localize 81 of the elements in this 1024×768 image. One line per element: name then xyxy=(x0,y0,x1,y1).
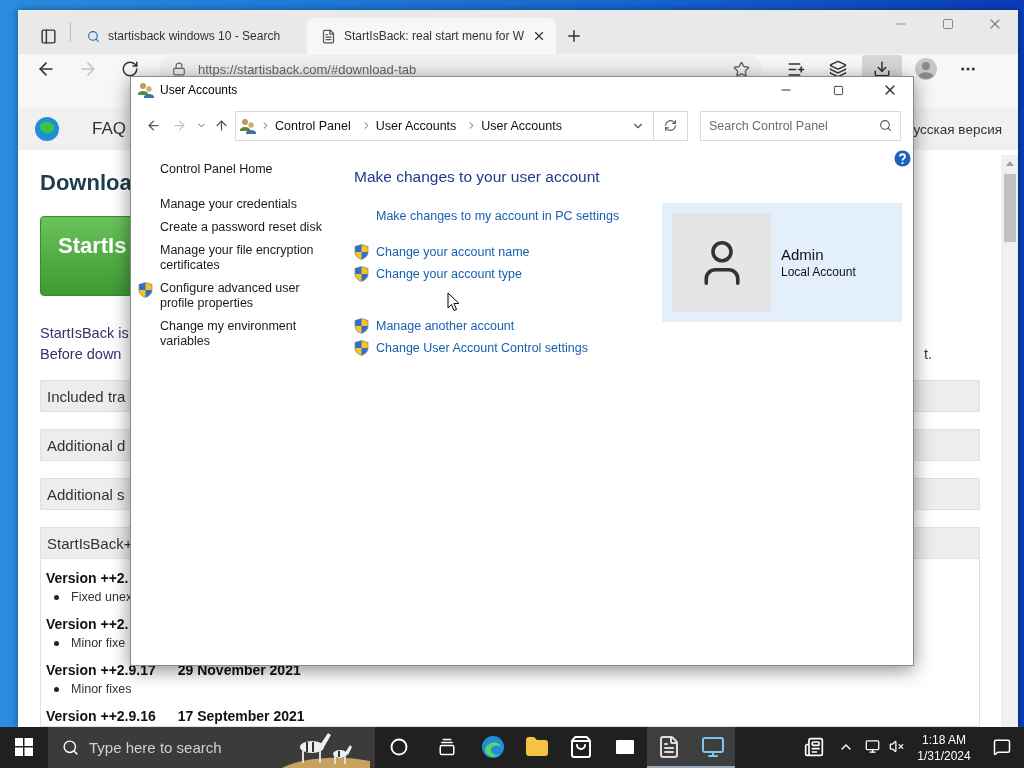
refresh-button[interactable] xyxy=(654,110,688,141)
section-heading: Make changes to your user account xyxy=(354,167,601,187)
task-link[interactable]: Change your account type xyxy=(376,267,522,281)
search-field[interactable]: Search Control Panel xyxy=(700,110,901,141)
search-icon xyxy=(879,119,892,132)
store-icon xyxy=(569,734,593,759)
faq-link[interactable]: FAQ xyxy=(92,119,126,139)
document-icon xyxy=(657,734,681,759)
start-icon[interactable] xyxy=(15,737,33,756)
browser-tab[interactable]: StartIsBack: real start menu for W xyxy=(307,18,557,54)
cortana-icon[interactable] xyxy=(390,737,408,756)
globe-logo-icon xyxy=(34,116,60,142)
version-title: Version ++2. xyxy=(46,569,129,588)
shield-icon xyxy=(354,266,369,282)
shield-icon xyxy=(138,282,153,298)
bullet-icon xyxy=(54,594,59,600)
account-type: Local Account xyxy=(781,265,856,279)
search-icon xyxy=(87,29,100,43)
lock-icon xyxy=(172,62,186,76)
version-title: Version ++2. xyxy=(46,615,129,634)
task-view-icon[interactable] xyxy=(438,737,456,756)
page-heading: Downloa xyxy=(40,169,132,197)
intro-text: t. xyxy=(923,345,932,364)
notifications-icon[interactable] xyxy=(993,737,1011,756)
breadcrumb-item[interactable]: User Accounts xyxy=(375,118,457,133)
task-link[interactable]: Make changes to my account in PC settings xyxy=(376,209,620,223)
cursor-icon xyxy=(447,292,460,312)
clock[interactable]: 1:18 AM 1/31/2024 xyxy=(908,731,980,764)
bullet-icon xyxy=(54,686,59,692)
back-icon[interactable] xyxy=(145,118,161,133)
intro-text: Before down xyxy=(40,345,122,364)
bullet-icon xyxy=(54,640,59,646)
shield-icon xyxy=(354,318,369,334)
favorite-icon[interactable] xyxy=(733,60,750,78)
page-icon xyxy=(321,28,336,44)
version-date: 17 September 2021 xyxy=(177,707,305,726)
folder-icon xyxy=(525,734,549,759)
task-link[interactable]: Change User Account Control settings xyxy=(376,341,588,355)
sidebar-link[interactable]: Configure advanced user profile properties xyxy=(160,281,325,311)
monitor-icon xyxy=(701,734,725,759)
tab-actions-icon[interactable] xyxy=(39,27,57,45)
volume-muted-icon[interactable] xyxy=(888,739,904,754)
breadcrumb-item[interactable]: User Accounts xyxy=(481,118,562,133)
changelog-note: Minor fixe xyxy=(71,635,126,652)
address-bar[interactable]: Control Panel User Accounts User Accounts xyxy=(235,110,654,141)
help-icon[interactable] xyxy=(894,150,911,167)
changelog-note: Minor fixes xyxy=(71,681,132,698)
download-icon[interactable] xyxy=(873,60,891,78)
breadcrumb-item[interactable]: Control Panel xyxy=(275,118,351,133)
control-panel-icon xyxy=(240,117,256,134)
language-link[interactable]: усская версия xyxy=(913,121,1002,137)
scrollbar[interactable] xyxy=(1001,155,1018,727)
maximize-icon[interactable] xyxy=(832,84,844,96)
edge-icon xyxy=(481,734,505,759)
sidebar-link[interactable]: Control Panel Home xyxy=(160,158,325,180)
shield-icon xyxy=(354,340,369,356)
refresh-icon xyxy=(664,119,677,132)
task-link[interactable]: Manage another account xyxy=(376,319,515,333)
refresh-icon[interactable] xyxy=(121,60,139,78)
sidebar-link[interactable]: Change my environment variables xyxy=(160,319,325,349)
up-icon[interactable] xyxy=(213,118,229,133)
profile-icon[interactable] xyxy=(914,57,938,81)
collections-icon[interactable] xyxy=(829,60,847,78)
intro-text: StartIsBack is xyxy=(40,324,129,343)
search-icon xyxy=(62,739,79,756)
taskbar-search-field[interactable]: Type here to search xyxy=(48,727,375,768)
sidebar-link[interactable]: Manage your file encryption certificates xyxy=(160,243,325,273)
avatar-icon xyxy=(672,213,771,312)
shield-icon xyxy=(354,244,369,260)
taskbar-app[interactable] xyxy=(647,727,691,768)
task-link[interactable]: Change your account name xyxy=(376,245,530,259)
browser-tab[interactable]: startisback windows 10 - Search xyxy=(73,18,307,54)
version-title: Version ++2.9.16 xyxy=(46,707,156,726)
news-icon[interactable] xyxy=(804,736,824,757)
network-icon[interactable] xyxy=(864,739,880,754)
sidebar-link[interactable]: Create a password reset disk xyxy=(160,220,322,235)
maximize-icon[interactable] xyxy=(941,18,954,30)
sidebar-link[interactable]: Manage your credentials xyxy=(160,197,297,212)
account-name: Admin xyxy=(781,246,825,263)
users-icon xyxy=(138,82,154,98)
window-title: User Accounts xyxy=(160,83,239,97)
